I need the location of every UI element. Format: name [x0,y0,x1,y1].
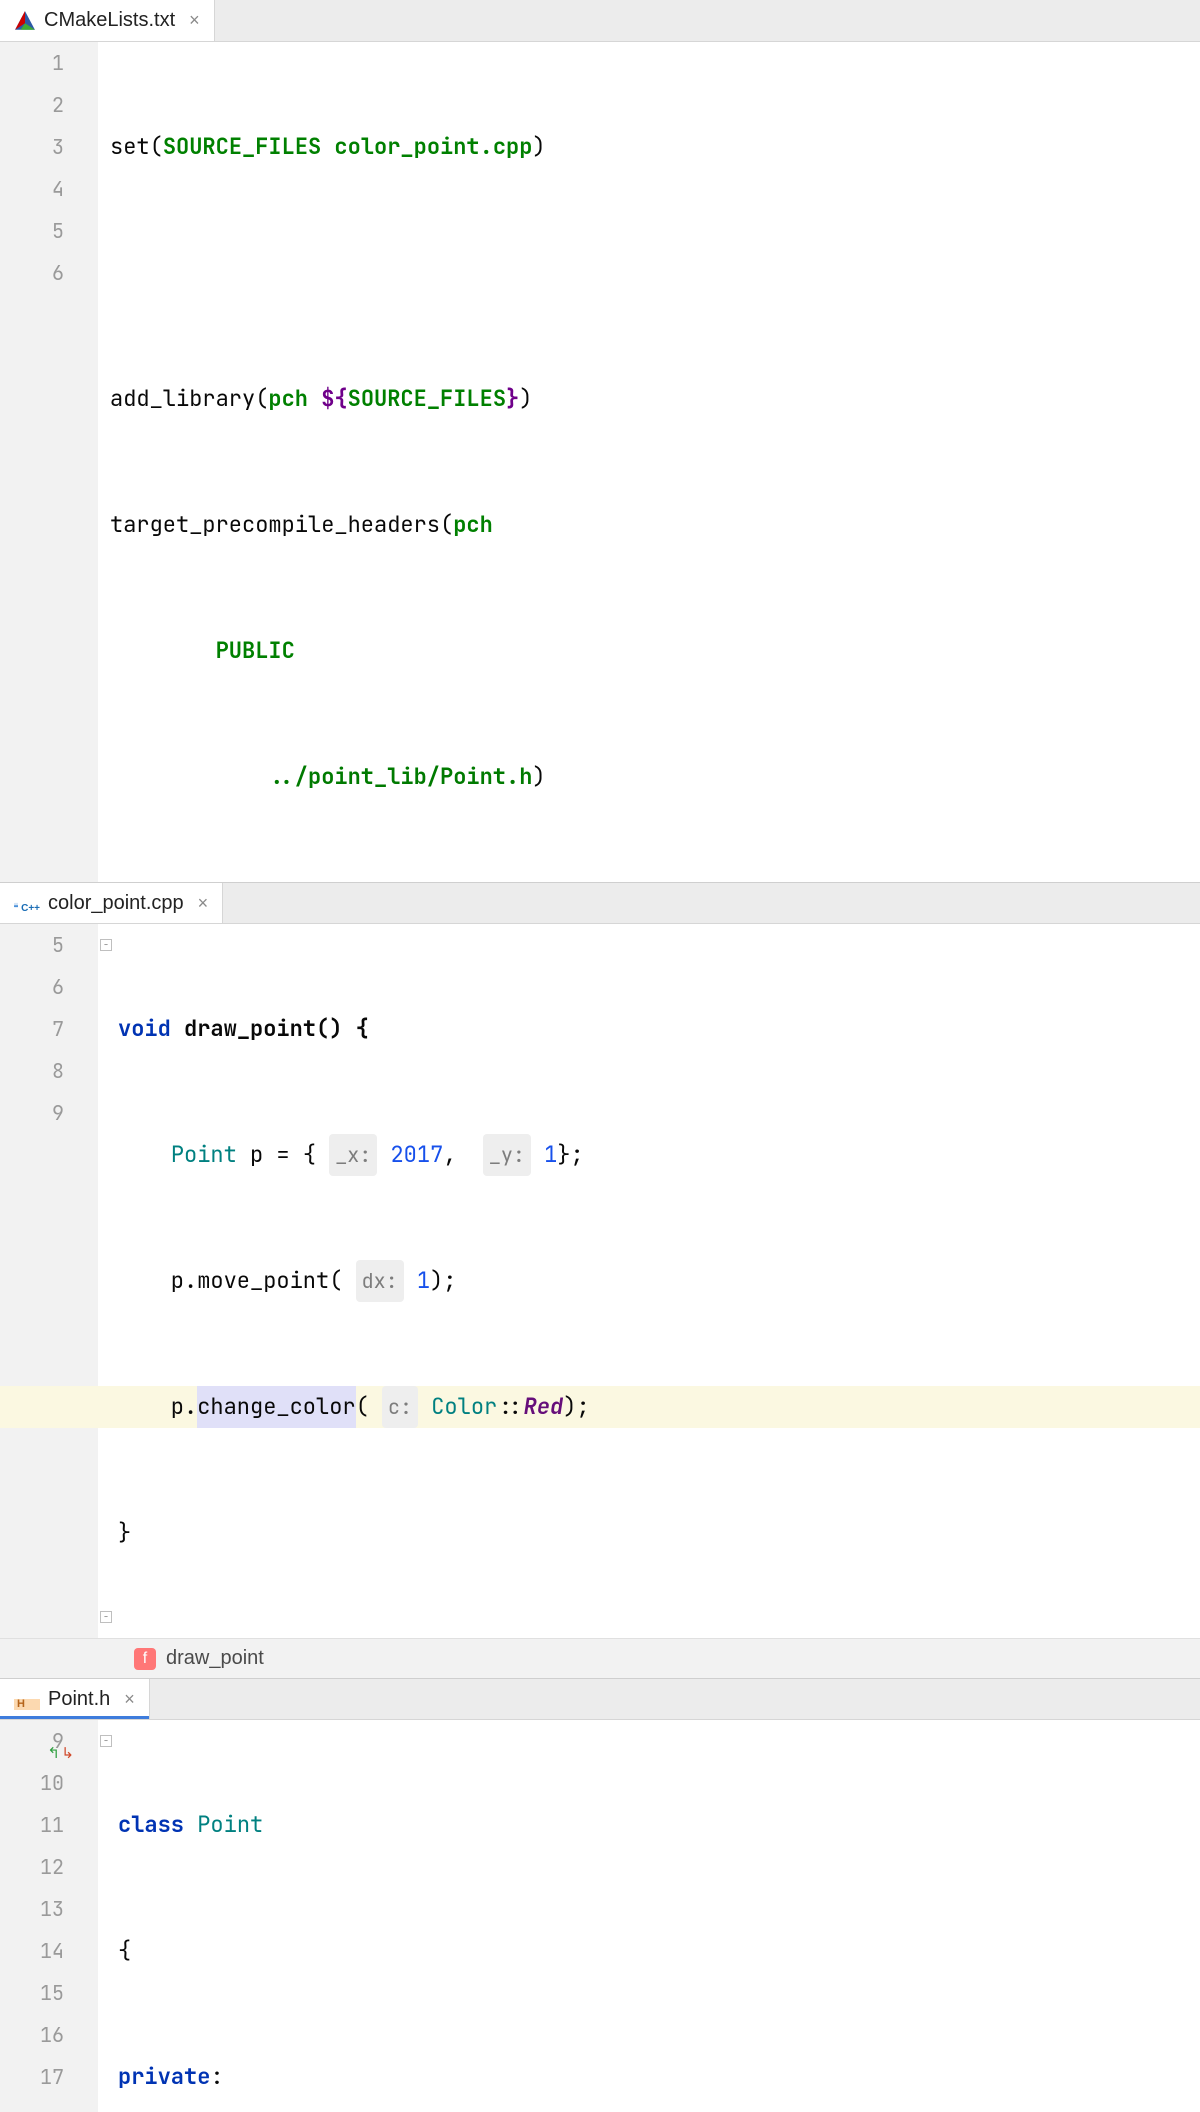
close-icon[interactable]: × [189,10,200,31]
tab-label: Point.h [48,1688,110,1711]
cpp-file-icon: C++ [14,892,40,914]
line-number: 13 [0,1888,64,1930]
editor-cpp[interactable]: 5 6 7 8 9 − − void draw_point() { Point … [0,924,1200,1638]
line-number: 5 [0,924,64,966]
gutter: 9↰↳ 10 11 12 13 14 15 16 17 [0,1720,98,2112]
tabbar-cmake: CMakeLists.txt × [0,0,1200,42]
tab-colorpoint-cpp[interactable]: C++ color_point.cpp × [0,883,223,923]
fold-marker-icon[interactable]: − [100,1735,112,1747]
line-number: 11 [0,1804,64,1846]
code-area[interactable]: void draw_point() { Point p = { _x: 2017… [118,924,1200,1638]
tabbar-cpp: C++ color_point.cpp × [0,882,1200,924]
line-number: 15 [0,1972,64,2014]
code-area[interactable]: set(SOURCE_FILES color_point.cpp) add_li… [98,42,1200,882]
line-number: 1 [0,42,64,84]
fold-marker-icon[interactable]: − [100,1611,112,1623]
tabbar-h: H Point.h × [0,1678,1200,1720]
current-line: p.change_color( c: Color::Red); [0,1386,1200,1428]
line-number: 14 [0,1930,64,1972]
editor-cmake[interactable]: 1 2 3 4 5 6 set(SOURCE_FILES color_point… [0,42,1200,882]
line-number: 16 [0,2014,64,2056]
line-number: 2 [0,84,64,126]
usage-highlight: change_color [197,1386,355,1428]
fold-column: − − [98,924,118,1638]
close-icon[interactable]: × [198,893,209,914]
code-area[interactable]: class Point { private: int x; int y; Col… [118,1720,1200,2112]
tab-point-h[interactable]: H Point.h × [0,1679,150,1719]
line-number: 5 [0,210,64,252]
gutter: 5 6 7 8 9 [0,924,98,1638]
inlay-hint: c: [382,1386,418,1428]
cmake-icon [14,10,36,32]
line-number: 10 [0,1762,64,1804]
inlay-hint: dx: [356,1260,404,1302]
tab-label: color_point.cpp [48,892,184,915]
inlay-hint: _x: [329,1134,377,1176]
editor-h[interactable]: 9↰↳ 10 11 12 13 14 15 16 17 − class Poin… [0,1720,1200,2112]
line-number: 12 [0,1846,64,1888]
fold-marker-icon[interactable]: − [100,939,112,951]
line-number: 9 [0,1092,64,1134]
tab-cmakelists[interactable]: CMakeLists.txt × [0,0,215,41]
function-icon: f [134,1648,156,1670]
gutter: 1 2 3 4 5 6 [0,42,98,882]
line-number: 3 [0,126,64,168]
line-number: 8 [0,1050,64,1092]
line-number: 17 [0,2056,64,2098]
header-file-icon: H [14,1688,40,1710]
close-icon[interactable]: × [124,1689,135,1710]
line-number: 9↰↳ [0,1720,64,1762]
inlay-hint: _y: [483,1134,531,1176]
line-number: 7 [0,1008,64,1050]
tab-label: CMakeLists.txt [44,9,175,32]
fold-column: − [98,1720,118,2112]
line-number: 6 [0,252,64,294]
line-number: 6 [0,966,64,1008]
breadcrumb-bar[interactable]: f draw_point [0,1638,1200,1678]
breadcrumb-label[interactable]: draw_point [166,1647,264,1670]
line-number: 4 [0,168,64,210]
